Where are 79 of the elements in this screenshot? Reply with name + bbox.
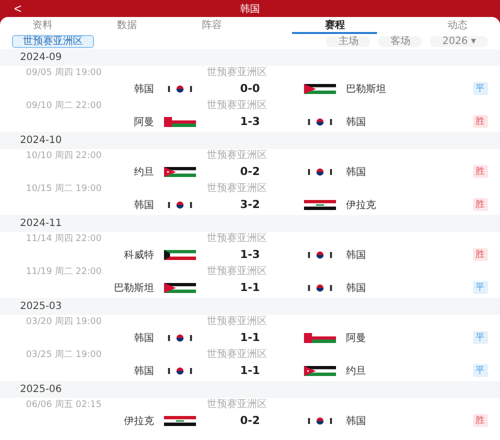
result-badge: 胜	[472, 414, 488, 427]
tab[interactable]: 赛程	[292, 17, 378, 34]
match-score: 0-0	[240, 82, 260, 95]
match-time: 11/14 周四 22:00	[25, 232, 103, 244]
flag-icon	[164, 282, 196, 292]
back-button[interactable]: <	[14, 0, 22, 17]
match-time: 10/15 周二 19:00	[25, 182, 103, 194]
month-label: 2024-11	[20, 218, 62, 229]
competition-name: 世预赛亚洲区	[207, 182, 267, 195]
flag-icon	[164, 416, 196, 426]
flag-icon	[304, 200, 336, 210]
competition-name: 世预赛亚洲区	[207, 264, 267, 278]
home-team: 韩国	[134, 364, 155, 378]
home-team: 韩国	[134, 332, 155, 344]
tab[interactable]: 资料	[0, 17, 85, 34]
competition-name: 世预赛亚洲区	[207, 66, 267, 79]
home-team: 科威特	[124, 248, 155, 262]
match-time: 03/25 周二 19:00	[25, 348, 103, 360]
match-time: 11/19 周二 22:00	[25, 266, 103, 278]
month-label: 2024-09	[20, 52, 62, 63]
month-label: 2025-06	[20, 384, 62, 395]
competition-name: 世预赛亚洲区	[207, 232, 267, 245]
flag-icon	[304, 332, 336, 342]
match-time: 03/20 周四 19:00	[25, 316, 103, 328]
result-badge: 胜	[472, 115, 488, 128]
match-score: 1-1	[240, 281, 260, 294]
match-score: 1-1	[240, 364, 260, 377]
flag-icon	[164, 116, 196, 126]
result-badge: 胜	[472, 165, 488, 178]
away-team: 韩国	[345, 414, 366, 428]
month-label: 2025-03	[20, 301, 62, 312]
month-label: 2024-10	[20, 135, 62, 146]
away-team: 巴勒斯坦	[345, 82, 386, 96]
result-badge: 平	[472, 364, 488, 377]
tab[interactable]: 动态	[415, 17, 500, 34]
tab[interactable]: 阵容	[170, 17, 254, 34]
away-team: 约旦	[345, 364, 366, 378]
competition-name: 世预赛亚洲区	[207, 314, 267, 328]
match-time: 10/10 周四 22:00	[25, 150, 103, 162]
match-score: 0-2	[240, 165, 260, 178]
tab[interactable]: 数据	[84, 17, 170, 34]
flag-icon	[304, 84, 336, 94]
competition-name: 世预赛亚洲区	[207, 348, 267, 361]
home-team: 约旦	[134, 166, 155, 178]
flag-icon	[164, 166, 196, 176]
match-time: 06/06 周五 02:15	[25, 398, 103, 410]
match-time: 09/10 周二 22:00	[25, 100, 103, 112]
result-badge: 平	[472, 331, 488, 344]
match-time: 09/05 周四 19:00	[25, 66, 103, 78]
competition-name: 世预赛亚洲区	[207, 148, 267, 162]
result-badge: 胜	[472, 198, 488, 211]
home-team: 阿曼	[134, 116, 155, 128]
competition-name: 世预赛亚洲区	[207, 398, 267, 411]
away-team: 韩国	[345, 282, 366, 294]
flag-icon	[164, 250, 196, 260]
away-team: 韩国	[345, 116, 366, 128]
away-team: 韩国	[345, 166, 366, 178]
result-badge: 平	[472, 82, 488, 95]
home-team: 伊拉克	[124, 414, 155, 428]
home-team: 巴勒斯坦	[114, 282, 155, 294]
result-badge: 胜	[472, 248, 488, 261]
match-score: 3-2	[240, 198, 260, 211]
competition-filter[interactable]: 世预赛亚洲区	[12, 35, 94, 48]
away-team: 韩国	[345, 248, 366, 262]
flag-icon	[304, 366, 336, 376]
away-team: 阿曼	[345, 332, 366, 344]
page-title: 韩国	[240, 2, 260, 16]
competition-name: 世预赛亚洲区	[207, 98, 267, 112]
away-team: 伊拉克	[345, 198, 376, 212]
match-score: 1-1	[240, 331, 260, 344]
match-score: 1-3	[240, 115, 260, 128]
season-dropdown[interactable]: 2026 ▾	[430, 36, 488, 47]
venue-filter[interactable]: 客场	[378, 36, 422, 47]
result-badge: 平	[472, 281, 488, 294]
match-score: 1-3	[240, 248, 260, 261]
home-team: 韩国	[134, 82, 155, 96]
match-score: 0-2	[240, 414, 260, 427]
home-team: 韩国	[134, 198, 155, 212]
venue-filter[interactable]: 主场	[326, 36, 370, 47]
